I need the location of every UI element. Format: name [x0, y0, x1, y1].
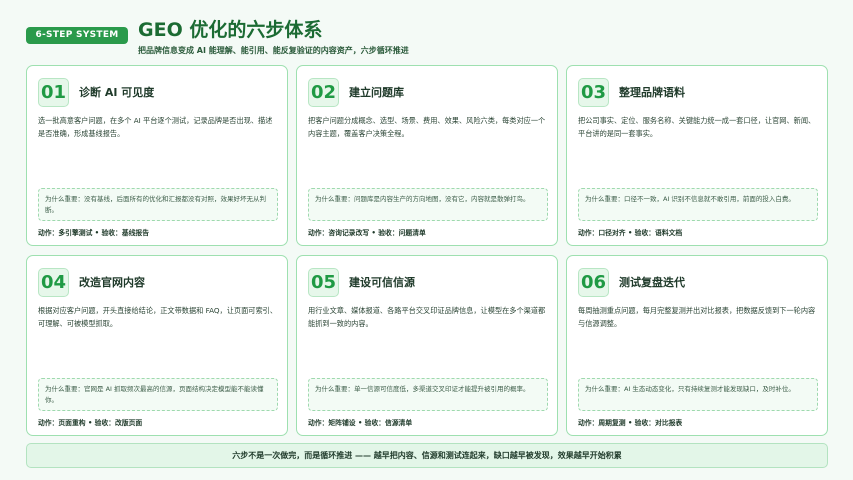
footer-summary: 六步不是一次做完，而是循环推进 —— 越早把内容、信源和测试连起来，缺口越早被发…: [26, 443, 828, 468]
importance-text: 口径不一致，AI 识别不信息就不敢引用，前面的投入白费。: [624, 195, 795, 203]
importance-label: 为什么重要：: [585, 385, 624, 393]
step-action: 动作：周期复测 • 验收：对比报表: [578, 419, 683, 427]
importance-note: 为什么重要：官网是 AI 抓取频次最高的信源，页面结构决定模型能不能读懂你。: [38, 378, 278, 411]
step-card-04: 04 改造官网内容 根据对应客户问题，开头直接给结论，正文带数据和 FAQ，让页…: [26, 255, 288, 436]
importance-label: 为什么重要：: [315, 195, 354, 203]
step-card-03: 03 整理品牌语料 把公司事实、定位、服务名称、关键能力统一成一套口径，让官网、…: [566, 65, 828, 246]
importance-note: 为什么重要：没有基线，后面所有的优化和汇报都没有对照，效果好坏无从判断。: [38, 188, 278, 221]
importance-text: AI 生态动态变化，只有持续复测才能发现缺口，及时补位。: [624, 385, 795, 393]
step-title: 整理品牌语料: [619, 86, 685, 99]
step-number: 02: [308, 78, 339, 107]
step-title: 诊断 AI 可见度: [79, 86, 155, 99]
page-title: GEO 优化的六步体系: [138, 19, 323, 41]
step-description: 每周抽测重点问题，每月完整复测并出对比报表，把数据反馈到下一轮内容与信源调整。: [578, 306, 816, 328]
step-description: 把公司事实、定位、服务名称、关键能力统一成一套口径，让官网、新闻、平台讲的是同一…: [578, 116, 816, 138]
step-number: 06: [578, 268, 609, 297]
step-action: 动作：多引擎测试 • 验收：基线报告: [38, 229, 150, 237]
system-badge: 6-STEP SYSTEM: [26, 27, 128, 44]
step-card-06: 06 测试复盘迭代 每周抽测重点问题，每月完整复测并出对比报表，把数据反馈到下一…: [566, 255, 828, 436]
step-action: 动作：页面重构 • 验收：改版页面: [38, 419, 143, 427]
importance-note: 为什么重要：问题库是内容生产的方向地图，没有它，内容就是散弹打鸟。: [308, 188, 548, 221]
importance-note: 为什么重要：口径不一致，AI 识别不信息就不敢引用，前面的投入白费。: [578, 188, 818, 221]
step-number: 05: [308, 268, 339, 297]
step-card-01: 01 诊断 AI 可见度 选一批高意客户问题，在多个 AI 平台逐个测试，记录品…: [26, 65, 288, 246]
step-description: 把客户问题分成概念、选型、场景、费用、效果、风险六类，每类对应一个内容主题，覆盖…: [308, 116, 546, 138]
importance-note: 为什么重要：单一信源可信度低，多渠道交叉印证才能提升被引用的概率。: [308, 378, 548, 411]
step-card-05: 05 建设可信信源 用行业文章、媒体报道、各路平台交叉印证品牌信息，让模型在多个…: [296, 255, 558, 436]
importance-text: 问题库是内容生产的方向地图，没有它，内容就是散弹打鸟。: [354, 195, 530, 203]
step-action: 动作：口径对齐 • 验收：语料文档: [578, 229, 683, 237]
step-action: 动作：咨询记录改写 • 验收：问题清单: [308, 229, 426, 237]
step-title: 测试复盘迭代: [619, 276, 685, 289]
importance-label: 为什么重要：: [585, 195, 624, 203]
step-action: 动作：矩阵铺设 • 验收：信源清单: [308, 419, 413, 427]
importance-label: 为什么重要：: [315, 385, 354, 393]
step-description: 选一批高意客户问题，在多个 AI 平台逐个测试，记录品牌是否出现、描述是否准确，…: [38, 116, 273, 138]
step-title: 建立问题库: [349, 86, 404, 99]
step-card-02: 02 建立问题库 把客户问题分成概念、选型、场景、费用、效果、风险六类，每类对应…: [296, 65, 558, 246]
importance-note: 为什么重要：AI 生态动态变化，只有持续复测才能发现缺口，及时补位。: [578, 378, 818, 411]
header: 6-STEP SYSTEM GEO 优化的六步体系 把品牌信息变成 AI 能理解…: [24, 18, 829, 58]
step-title: 改造官网内容: [79, 276, 145, 289]
step-title: 建设可信信源: [349, 276, 415, 289]
page-subtitle: 把品牌信息变成 AI 能理解、能引用、能反复验证的内容资产，六步循环推进: [138, 46, 409, 55]
importance-text: 单一信源可信度低，多渠道交叉印证才能提升被引用的概率。: [354, 385, 530, 393]
importance-label: 为什么重要：: [45, 195, 84, 203]
step-number: 04: [38, 268, 69, 297]
step-number: 01: [38, 78, 69, 107]
step-description: 用行业文章、媒体报道、各路平台交叉印证品牌信息，让模型在多个渠道都能抓到一致的内…: [308, 306, 546, 328]
step-description: 根据对应客户问题，开头直接给结论，正文带数据和 FAQ，让页面可索引、可理解、可…: [38, 306, 278, 328]
step-number: 03: [578, 78, 609, 107]
importance-label: 为什么重要：: [45, 385, 84, 393]
